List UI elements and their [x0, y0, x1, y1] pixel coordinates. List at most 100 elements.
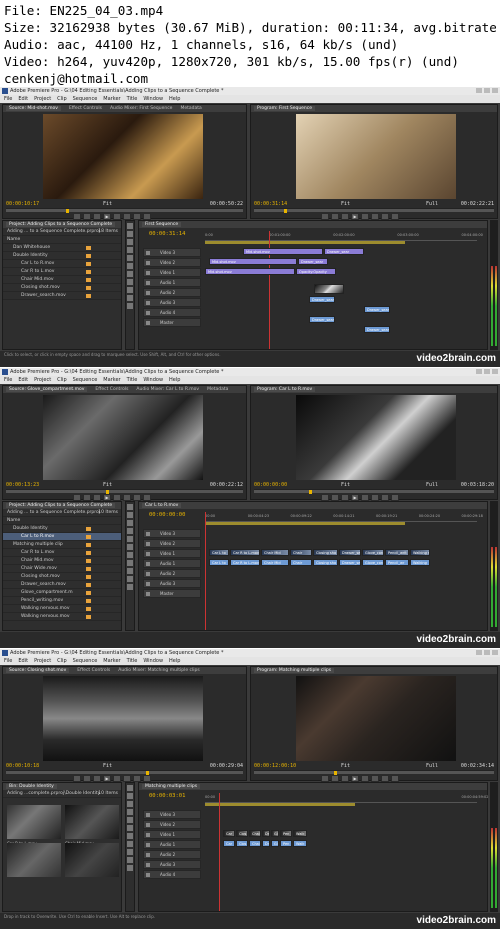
source-tab[interactable]: Effect Controls [77, 668, 110, 673]
timeline-clip[interactable]: Glove_con [362, 549, 384, 556]
project-item[interactable]: Chair Wide.mov [3, 565, 121, 573]
timeline-clip[interactable]: Pen [280, 830, 292, 837]
zoom-tool-icon[interactable] [127, 865, 133, 871]
menu-edit[interactable]: Edit [18, 658, 28, 664]
timeline-clip-thumbnail[interactable] [314, 284, 344, 294]
track-toggle-icon[interactable] [146, 281, 150, 285]
track-toggle-icon[interactable] [146, 311, 150, 315]
track-header[interactable]: Audio 4 [143, 308, 201, 317]
menu-edit[interactable]: Edit [18, 377, 28, 383]
zoom-tool-icon[interactable] [127, 584, 133, 590]
insert-button[interactable] [123, 213, 131, 220]
ripple-edit-tool-icon[interactable] [127, 239, 133, 245]
step-forward-button[interactable] [113, 213, 121, 220]
track-toggle-icon[interactable] [146, 261, 150, 265]
source-tab[interactable]: Source: Closing shot.mov [6, 668, 70, 673]
ripple-edit-tool-icon[interactable] [127, 801, 133, 807]
program-tab[interactable]: Program: Car L to R.mov [254, 387, 316, 392]
slide-tool-icon[interactable] [127, 560, 133, 566]
track-toggle-icon[interactable] [146, 873, 150, 877]
project-item[interactable]: Walking nervous.mov [3, 605, 121, 613]
project-item[interactable]: Drawer_search.mov [3, 292, 121, 300]
timeline-clip[interactable]: Car [223, 830, 235, 837]
menu-window[interactable]: Window [143, 658, 163, 664]
timeline-clip[interactable]: Drawer_sear [324, 248, 364, 255]
menu-project[interactable]: Project [34, 96, 51, 102]
track-toggle-icon[interactable] [146, 853, 150, 857]
step-forward-button[interactable] [113, 494, 121, 501]
menu-sequence[interactable]: Sequence [73, 658, 98, 664]
program-scrubber[interactable] [254, 770, 494, 775]
menu-project[interactable]: Project [34, 377, 51, 383]
rate-stretch-tool-icon[interactable] [127, 817, 133, 823]
track-toggle-icon[interactable] [146, 562, 150, 566]
track-header[interactable]: Audio 3 [143, 860, 201, 869]
work-area-bar[interactable] [205, 522, 405, 525]
menu-edit[interactable]: Edit [18, 96, 28, 102]
sequence-tab[interactable]: Matching multiple clips [142, 784, 201, 789]
play-button[interactable]: ▶ [103, 775, 111, 782]
selection-tool-icon[interactable] [127, 223, 133, 229]
program-fit-dropdown[interactable]: Fit [341, 763, 350, 769]
menu-clip[interactable]: Clip [57, 658, 66, 664]
timeline-clip[interactable]: Chair [290, 559, 312, 566]
project-item[interactable]: Matching multiple clip [3, 541, 121, 549]
track-header[interactable]: Audio 2 [143, 569, 201, 578]
insert-button[interactable] [123, 494, 131, 501]
source-scrubber[interactable] [6, 770, 243, 775]
timeline-clip[interactable]: Pencil_wr [385, 559, 409, 566]
hand-tool-icon[interactable] [127, 295, 133, 301]
track-toggle-icon[interactable] [146, 592, 150, 596]
slide-tool-icon[interactable] [127, 279, 133, 285]
timeline-clip[interactable]: Drawer_sear [309, 296, 335, 303]
project-item[interactable]: Car R to L.mov [3, 268, 121, 276]
project-item[interactable]: Chair Mid.mov [3, 557, 121, 565]
timeline-clip[interactable]: Walk [293, 840, 307, 847]
step-back-button[interactable] [341, 775, 349, 782]
source-fit-dropdown[interactable]: Fit [103, 201, 112, 207]
step-back-button[interactable] [93, 494, 101, 501]
track-toggle-icon[interactable] [146, 321, 150, 325]
project-tab[interactable]: Project: Adding Clips to a Sequence Comp… [6, 503, 116, 508]
source-fit-dropdown[interactable]: Fit [103, 763, 112, 769]
timeline-clip[interactable]: Drawer_sear [364, 306, 390, 313]
track-header[interactable]: Video 3 [143, 810, 201, 819]
track-toggle-icon[interactable] [146, 823, 150, 827]
source-scrubber[interactable] [6, 489, 243, 494]
export-frame-button[interactable] [143, 494, 151, 501]
bin-clip-thumbnail[interactable] [7, 843, 61, 877]
source-scrubber[interactable] [6, 208, 243, 213]
rolling-edit-tool-icon[interactable] [127, 247, 133, 253]
source-tab[interactable]: Source: Glove_compartment.mov [6, 387, 88, 392]
track-header[interactable]: Audio 1 [143, 278, 201, 287]
source-timecode-in[interactable]: 00:00:13:23 [6, 482, 39, 488]
project-item[interactable]: Car L to R.mov [3, 260, 121, 268]
track-select-tool-icon[interactable] [127, 793, 133, 799]
track-header[interactable]: Audio 1 [143, 559, 201, 568]
program-playhead[interactable] [284, 209, 287, 213]
mark-in-button[interactable] [321, 775, 329, 782]
menu-clip[interactable]: Clip [57, 377, 66, 383]
menu-marker[interactable]: Marker [103, 658, 120, 664]
source-tab[interactable]: Metadata [207, 387, 228, 392]
menu-help[interactable]: Help [169, 658, 180, 664]
zoom-tool-icon[interactable] [127, 303, 133, 309]
track-toggle-icon[interactable] [146, 542, 150, 546]
track-header[interactable]: Audio 3 [143, 579, 201, 588]
track-header[interactable]: Video 1 [143, 268, 201, 277]
program-fit-dropdown[interactable]: Fit [341, 201, 350, 207]
project-item[interactable]: Chair Mid.mov [3, 276, 121, 284]
timeline-clip[interactable]: Gl [271, 830, 279, 837]
mark-out-button[interactable] [83, 213, 91, 220]
overwrite-button[interactable] [133, 775, 141, 782]
ripple-edit-tool-icon[interactable] [127, 520, 133, 526]
step-forward-button[interactable] [361, 494, 369, 501]
selection-tool-icon[interactable] [127, 504, 133, 510]
bin-clip-thumbnail[interactable]: Chair Mid.mov [65, 805, 119, 846]
menu-sequence[interactable]: Sequence [73, 377, 98, 383]
project-item[interactable]: Car R to L.mov [3, 549, 121, 557]
razor-tool-icon[interactable] [127, 544, 133, 550]
track-header[interactable]: Audio 3 [143, 298, 201, 307]
track-header[interactable]: Master [143, 318, 201, 327]
play-button[interactable]: ▶ [103, 494, 111, 501]
